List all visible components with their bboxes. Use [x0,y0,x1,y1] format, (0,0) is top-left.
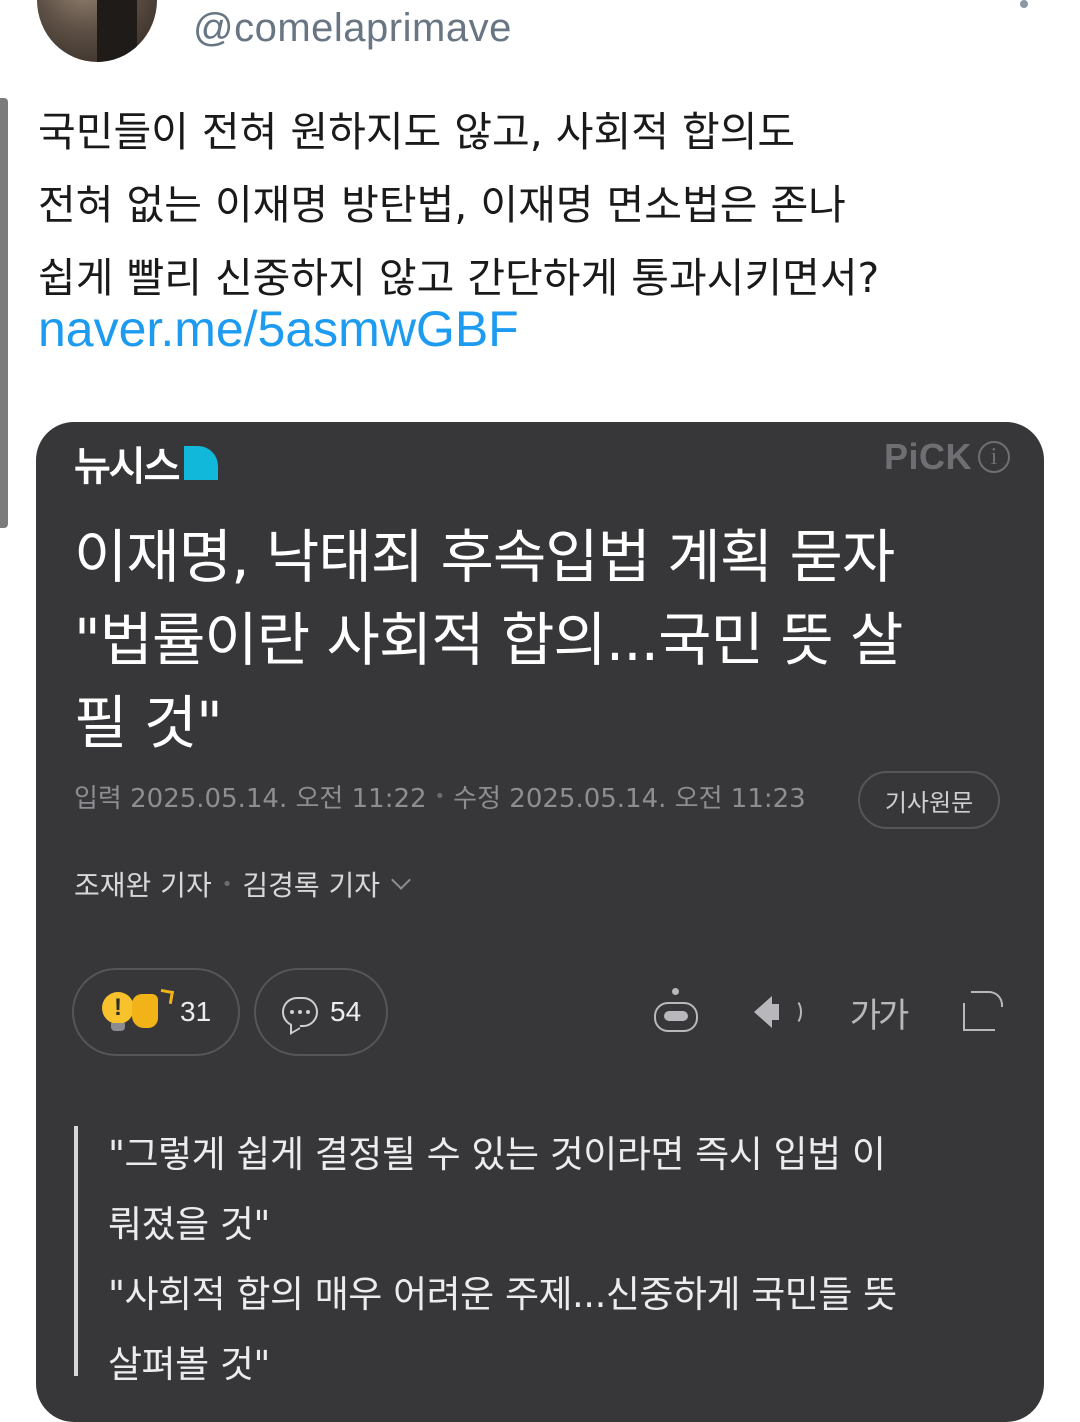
headline-line: 필 것" [74,689,223,757]
info-icon[interactable]: i [978,441,1010,473]
robot-icon [654,988,698,1032]
font-size-icon: 가가 [849,995,910,1036]
publisher-logo: 뉴시스 [74,438,219,490]
modified-date: 수정 2025.05.14. 오전 11:23 [453,784,806,814]
chevron-down-icon[interactable] [391,870,411,890]
comment-icon [282,997,318,1027]
reporter-separator: • [221,873,233,895]
article-headline[interactable]: 이재명, 낙태죄 후속입법 계획 묻자 "법률이란 사회적 합의...국민 뜻 … [74,516,1004,765]
more-options-icon[interactable] [1020,0,1028,8]
lightbulb-icon: ! [102,992,134,1031]
reaction-icons: ! [102,990,174,1034]
reporter-name: 김경록 기자 [242,869,381,902]
reaction-button[interactable]: ! 31 [72,968,240,1056]
published-date: 입력 2025.05.14. 오전 11:22 [74,784,427,814]
avatar[interactable] [37,0,157,62]
date-separator: • [434,786,446,807]
article-subheadline: "그렇게 쉽게 결정될 수 있는 것이라면 즉시 입법 이 뤄졌을 것" "사회… [108,1120,1028,1400]
reporter-name: 조재완 기자 [74,869,212,902]
reporters[interactable]: 조재완 기자 • 김경록 기자 [74,864,411,904]
publisher-logo-mark-icon [184,446,219,480]
tweet-text-line: 국민들이 전혀 원하지도 않고, 사회적 합의도 [38,108,796,156]
quote-line: 뤄졌을 것" [108,1203,270,1246]
share-icon [963,991,1003,1031]
share-button[interactable] [954,988,1004,1036]
news-article-card[interactable]: 뉴시스 PiCK i 이재명, 낙태죄 후속입법 계획 묻자 "법률이란 사회적… [36,422,1044,1422]
article-dates: 입력 2025.05.14. 오전 11:22 • 수정 2025.05.14.… [74,778,806,815]
scroll-indicator[interactable] [0,98,8,528]
clap-icon [132,994,158,1028]
original-article-button[interactable]: 기사원문 [858,771,1000,829]
pick-badge[interactable]: PiCK i [884,436,1010,478]
summary-bot-button[interactable] [648,988,704,1036]
font-size-button[interactable]: 가가 [848,988,910,1036]
read-aloud-button[interactable] [750,988,806,1036]
quote-line: 살펴볼 것" [108,1343,270,1386]
headline-line: "법률이란 사회적 합의...국민 뜻 살 [74,606,903,674]
pick-label: PiCK [883,436,972,477]
user-handle[interactable]: @comelaprimave [193,6,512,51]
quote-bar [74,1126,78,1376]
tweet-link[interactable]: naver.me/5asmwGBF [38,300,519,358]
sound-waves-icon [786,999,802,1025]
headline-line: 이재명, 낙태죄 후속입법 계획 묻자 [74,523,895,591]
speaker-icon [754,996,779,1028]
quote-line: "사회적 합의 매우 어려운 주제...신중하게 국민들 뜻 [108,1273,897,1316]
quote-line: "그렇게 쉽게 결정될 수 있는 것이라면 즉시 입법 이 [108,1133,886,1176]
comment-button[interactable]: 54 [254,968,388,1056]
publisher-name: 뉴시스 [74,444,180,490]
tweet-text: 국민들이 전혀 원하지도 않고, 사회적 합의도 전혀 없는 이재명 방탄법, … [38,96,1048,315]
comment-count: 54 [330,996,362,1027]
reaction-count: 31 [180,996,212,1027]
tweet-text-line: 전혀 없는 이재명 방탄법, 이재명 면소법은 존나 [38,181,846,229]
